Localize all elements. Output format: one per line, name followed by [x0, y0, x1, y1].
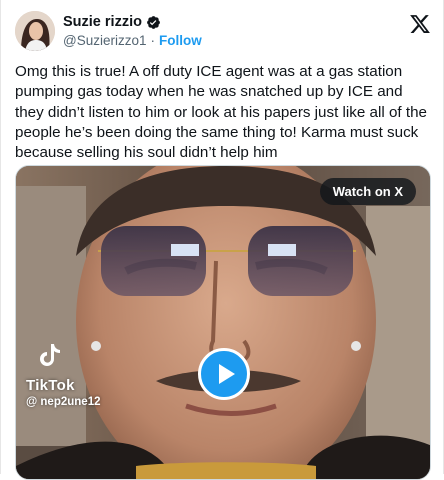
post-text: Omg this is true! A off duty ICE agent w… [15, 63, 427, 162]
play-button[interactable] [198, 348, 250, 400]
follow-button[interactable]: Follow [159, 33, 202, 48]
tiktok-brand-text: TikTok [26, 377, 75, 394]
separator-dot: · [150, 33, 156, 48]
post-card: Suzie rizzio @Suzierizzo1 · Follow Omg t… [0, 0, 444, 480]
author-name[interactable]: Suzie rizzio [63, 14, 142, 30]
tiktok-username: @ nep2une12 [26, 396, 101, 408]
video-frame [16, 166, 430, 479]
verified-badge-icon [147, 15, 160, 29]
watch-on-x-button[interactable]: Watch on X [319, 178, 416, 205]
play-icon [219, 364, 235, 384]
tiktok-logo-icon [40, 344, 60, 366]
author-handle[interactable]: @Suzierizzo1 [63, 33, 147, 48]
x-logo-icon[interactable] [409, 13, 431, 35]
video-player[interactable]: Watch on X TikTok @ nep2une12 [15, 165, 431, 480]
avatar[interactable] [15, 11, 55, 51]
post-header: Suzie rizzio @Suzierizzo1 · Follow [15, 10, 435, 52]
